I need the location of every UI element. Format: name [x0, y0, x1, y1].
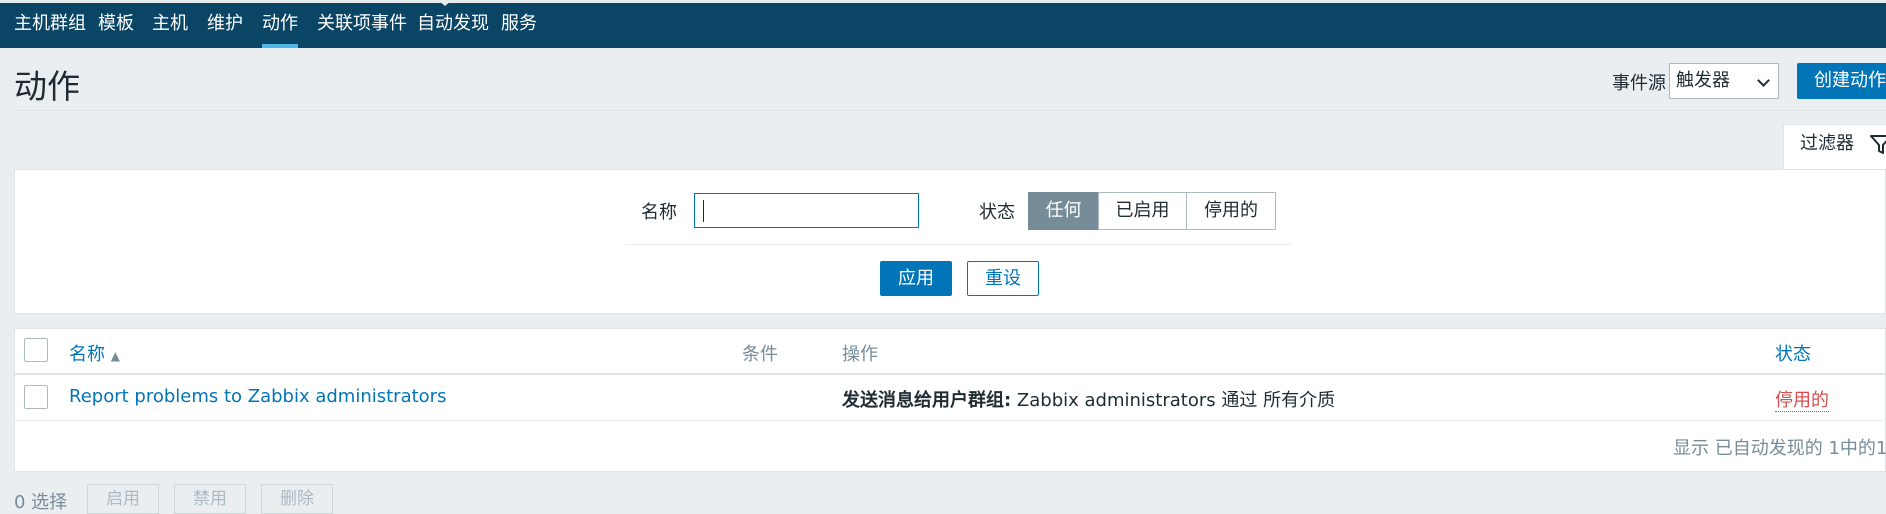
nav-item-services[interactable]: 服务 [501, 3, 537, 48]
selected-count: 0 选择 [14, 492, 68, 513]
table-header-divider [14, 373, 1886, 375]
row-checkbox[interactable] [24, 385, 48, 409]
table-row-divider [14, 420, 1886, 421]
nav-item-actions[interactable]: 动作 [262, 3, 298, 48]
chevron-down-icon [1757, 74, 1770, 87]
bulk-disable-button[interactable]: 禁用 [174, 484, 246, 514]
filter-name-label: 名称 [641, 202, 677, 223]
column-header-conditions: 条件 [742, 344, 778, 365]
filter-tab[interactable]: 过滤器 [1783, 124, 1886, 170]
filter-icon [1870, 135, 1886, 154]
nav-item-hosts[interactable]: 主机 [152, 3, 188, 48]
header-divider [14, 110, 1886, 111]
status-option-any[interactable]: 任何 [1028, 192, 1099, 230]
nav-item-maintenance[interactable]: 维护 [207, 3, 243, 48]
table-row-status: 停用的 [1775, 386, 1829, 412]
top-nav: 主机群组 模板 主机 维护 动作 关联项事件 自动发现 服务 [0, 0, 1886, 48]
operation-prefix: 发送消息给用户群组: [842, 390, 1012, 411]
column-header-name-label: 名称 [69, 344, 105, 365]
status-option-enabled[interactable]: 已启用 [1098, 192, 1187, 230]
text-cursor [703, 200, 704, 222]
event-source-select[interactable]: 触发器 [1669, 63, 1779, 99]
filter-status-label: 状态 [979, 202, 1015, 223]
nav-item-event-correlation[interactable]: 关联项事件 [317, 3, 407, 48]
filter-divider [625, 244, 1291, 245]
event-source-label: 事件源 [1612, 73, 1666, 94]
bulk-delete-button[interactable]: 删除 [261, 484, 333, 514]
column-header-name[interactable]: 名称 ▲ [69, 340, 120, 366]
sort-asc-icon: ▲ [110, 349, 120, 363]
action-name-link[interactable]: Report problems to Zabbix administrators [69, 386, 446, 407]
create-action-button[interactable]: 创建动作 [1797, 63, 1886, 99]
table-row-name: Report problems to Zabbix administrators [69, 386, 446, 407]
select-all-checkbox[interactable] [24, 338, 48, 362]
table-row-operations: 发送消息给用户群组: Zabbix administrators 通过 所有介质 [842, 386, 1335, 412]
status-option-disabled[interactable]: 停用的 [1186, 192, 1276, 230]
nav-item-templates[interactable]: 模板 [98, 3, 134, 48]
status-toggle-link[interactable]: 停用的 [1775, 390, 1829, 412]
reset-button[interactable]: 重设 [967, 261, 1039, 296]
operation-text: Zabbix administrators 通过 所有介质 [1011, 390, 1336, 411]
page-title: 动作 [14, 67, 80, 106]
column-header-status[interactable]: 状态 [1775, 340, 1811, 366]
bulk-enable-button[interactable]: 启用 [87, 484, 159, 514]
table-summary: 显示 已自动发现的 1中的1 [1673, 438, 1886, 459]
apply-button[interactable]: 应用 [880, 261, 952, 296]
filter-tab-label: 过滤器 [1800, 133, 1854, 154]
filter-name-input[interactable] [694, 193, 919, 228]
column-header-operations: 操作 [842, 344, 878, 365]
event-source-value: 触发器 [1676, 70, 1730, 91]
nav-item-host-groups[interactable]: 主机群组 [14, 3, 86, 48]
nav-item-discovery[interactable]: 自动发现 [417, 3, 489, 48]
